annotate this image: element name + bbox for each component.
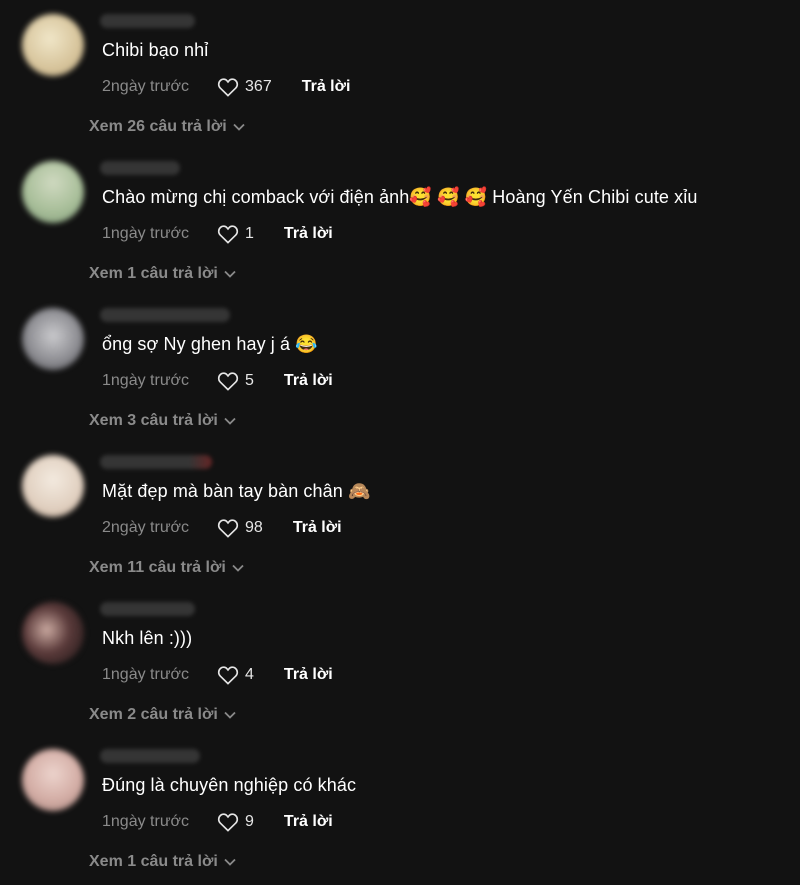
comment-item: Đúng là chuyên nghiệp có khác 1ngày trướ… xyxy=(0,735,800,882)
comment-meta: 1ngày trước 9 Trả lời xyxy=(102,811,333,833)
comment-time: 1ngày trước xyxy=(102,666,190,683)
chevron-down-icon xyxy=(224,270,236,278)
view-replies-label: Xem 3 câu trả lời xyxy=(89,412,218,429)
comment-time: 2ngày trước xyxy=(102,519,190,536)
view-replies-button[interactable]: Xem 11 câu trả lời xyxy=(89,559,244,577)
heart-outline-icon xyxy=(217,519,239,538)
reply-button[interactable]: Trả lời xyxy=(302,78,351,96)
reply-button[interactable]: Trả lời xyxy=(284,372,333,390)
comment-item: Nkh lên :))) 1ngày trước 4 Trả lời Xem 2… xyxy=(0,588,800,735)
comment-meta: 2ngày trước 98 Trả lời xyxy=(102,517,342,539)
comment-text: Nkh lên :))) xyxy=(102,628,193,648)
view-replies-button[interactable]: Xem 1 câu trả lời xyxy=(89,265,236,283)
username-blurred[interactable] xyxy=(100,602,195,616)
view-replies-label: Xem 11 câu trả lời xyxy=(89,559,226,576)
reply-button[interactable]: Trả lời xyxy=(284,225,333,243)
comment-meta: 1ngày trước 4 Trả lời xyxy=(102,664,333,686)
view-replies-label: Xem 1 câu trả lời xyxy=(89,265,218,282)
like-button[interactable]: 1 xyxy=(217,224,254,244)
like-count: 9 xyxy=(245,813,254,830)
avatar[interactable] xyxy=(22,749,84,811)
view-replies-button[interactable]: Xem 2 câu trả lời xyxy=(89,706,236,724)
like-count: 98 xyxy=(245,519,263,536)
comment-time: 1ngày trước xyxy=(102,813,190,830)
heart-outline-icon xyxy=(217,666,239,685)
comment-text: Chào mừng chị comback với điện ảnh🥰 🥰 🥰 … xyxy=(102,187,698,207)
username-blurred[interactable] xyxy=(100,14,195,28)
username-blurred[interactable] xyxy=(100,749,200,763)
comment-time: 2ngày trước xyxy=(102,78,190,95)
like-button[interactable]: 4 xyxy=(217,665,254,685)
like-count: 367 xyxy=(245,78,272,95)
like-count: 5 xyxy=(245,372,254,389)
comment-time: 1ngày trước xyxy=(102,225,190,242)
like-button[interactable]: 5 xyxy=(217,371,254,391)
reply-button[interactable]: Trả lời xyxy=(284,666,333,684)
chevron-down-icon xyxy=(233,123,245,131)
comment-text: Đúng là chuyên nghiệp có khác xyxy=(102,775,357,795)
username-blurred[interactable] xyxy=(100,161,180,175)
chevron-down-icon xyxy=(232,564,244,572)
reply-button[interactable]: Trả lời xyxy=(284,813,333,831)
like-count: 4 xyxy=(245,666,254,683)
like-button[interactable]: 9 xyxy=(217,812,254,832)
comment-text: ổng sợ Ny ghen hay j á 😂 xyxy=(102,334,318,354)
heart-outline-icon xyxy=(217,225,239,244)
comment-meta: 1ngày trước 5 Trả lời xyxy=(102,370,333,392)
comment-text: Mặt đẹp mà bàn tay bàn chân 🙈 xyxy=(102,481,371,501)
chevron-down-icon xyxy=(224,417,236,425)
heart-outline-icon xyxy=(217,813,239,832)
chevron-down-icon xyxy=(224,858,236,866)
comment-item: Mặt đẹp mà bàn tay bàn chân 🙈 2ngày trướ… xyxy=(0,441,800,588)
like-button[interactable]: 367 xyxy=(217,77,272,97)
view-replies-label: Xem 26 câu trả lời xyxy=(89,118,227,135)
view-replies-button[interactable]: Xem 26 câu trả lời xyxy=(89,118,245,136)
comment-item: ổng sợ Ny ghen hay j á 😂 1ngày trước 5 T… xyxy=(0,294,800,441)
comment-item: Chibi bạo nhỉ 2ngày trước 367 Trả lời Xe… xyxy=(0,0,800,147)
view-replies-label: Xem 1 câu trả lời xyxy=(89,853,218,870)
avatar[interactable] xyxy=(22,455,84,517)
view-replies-button[interactable]: Xem 3 câu trả lời xyxy=(89,412,236,430)
comment-text: Chibi bạo nhỉ xyxy=(102,40,209,60)
heart-outline-icon xyxy=(217,78,239,97)
avatar[interactable] xyxy=(22,602,84,664)
username-blurred[interactable] xyxy=(100,308,230,322)
like-button[interactable]: 98 xyxy=(217,518,263,538)
avatar[interactable] xyxy=(22,161,84,223)
comment-item: Chào mừng chị comback với điện ảnh🥰 🥰 🥰 … xyxy=(0,147,800,294)
heart-outline-icon xyxy=(217,372,239,391)
like-count: 1 xyxy=(245,225,254,242)
view-replies-button[interactable]: Xem 1 câu trả lời xyxy=(89,853,236,871)
comment-meta: 2ngày trước 367 Trả lời xyxy=(102,76,350,98)
view-replies-label: Xem 2 câu trả lời xyxy=(89,706,218,723)
reply-button[interactable]: Trả lời xyxy=(293,519,342,537)
avatar[interactable] xyxy=(22,308,84,370)
avatar[interactable] xyxy=(22,14,84,76)
username-blurred[interactable] xyxy=(100,455,212,469)
comment-meta: 1ngày trước 1 Trả lời xyxy=(102,223,333,245)
comment-time: 1ngày trước xyxy=(102,372,190,389)
chevron-down-icon xyxy=(224,711,236,719)
